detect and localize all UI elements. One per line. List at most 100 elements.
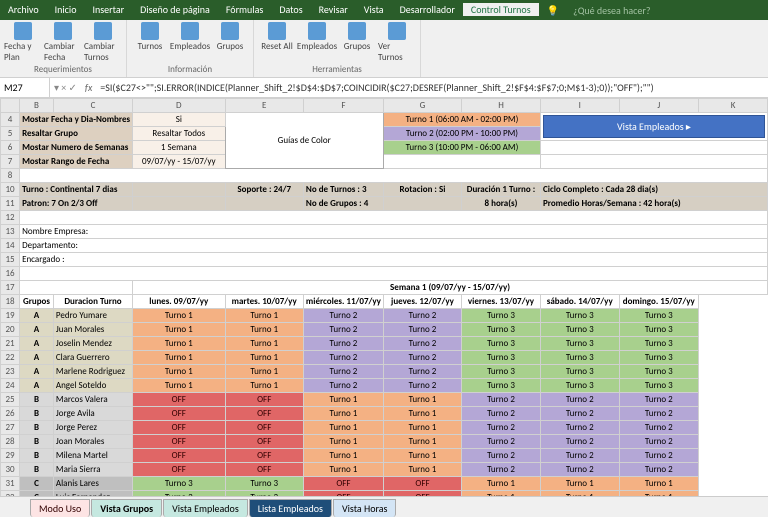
shift-cell[interactable]: Turno 1 [619,477,699,491]
table-row[interactable]: 29BMilena MartelOFFOFFTurno 1Turno 1Turn… [1,449,768,463]
shift-cell[interactable]: Turno 1 [462,477,541,491]
shift-cell[interactable]: Turno 1 [133,323,225,337]
shift-cell[interactable]: Turno 2 [383,337,461,351]
shift-cell[interactable]: Turno 3 [619,337,699,351]
table-row[interactable]: 23AMarlene RodriguezTurno 1Turno 1Turno … [1,365,768,379]
shift-cell[interactable]: Turno 2 [619,393,699,407]
ribbon-ver-turnos[interactable]: Ver Turnos [378,22,416,63]
table-row[interactable]: 20AJuan MoralesTurno 1Turno 1Turno 2Turn… [1,323,768,337]
shift-cell[interactable]: Turno 2 [462,407,541,421]
shift-cell[interactable]: Turno 2 [619,463,699,477]
shift-cell[interactable]: OFF [133,449,225,463]
shift-cell[interactable]: Turno 2 [383,323,461,337]
shift-cell[interactable]: Turno 1 [303,407,383,421]
shift-cell[interactable]: Turno 1 [225,323,303,337]
shift-cell[interactable]: Turno 1 [383,449,461,463]
shift-cell[interactable]: OFF [225,393,303,407]
sheet-tab-lista-empleados[interactable]: Lista Empleados [249,499,332,517]
shift-cell[interactable]: Turno 1 [225,351,303,365]
col-header[interactable]: F [303,99,383,113]
shift-cell[interactable]: Turno 2 [540,435,619,449]
shift-cell[interactable]: OFF [303,477,383,491]
cfg-value[interactable]: Resaltar Todos [133,127,225,141]
shift-cell[interactable]: Turno 2 [619,449,699,463]
shift-cell[interactable]: Turno 1 [133,337,225,351]
sheet-tab-modo-uso[interactable]: Modo Uso [30,499,90,517]
sheet-tab-vista-empleados[interactable]: Vista Empleados [163,499,248,517]
shift-cell[interactable]: Turno 2 [383,351,461,365]
worksheet[interactable]: BCDEFGHIJK4Mostar Fecha y Dia-NombresSiG… [0,98,768,496]
col-header[interactable]: G [383,99,461,113]
table-row[interactable]: 22AClara GuerreroTurno 1Turno 1Turno 2Tu… [1,351,768,365]
shift-cell[interactable]: Turno 2 [540,421,619,435]
shift-cell[interactable]: Turno 1 [383,407,461,421]
menu-archivo[interactable]: Archivo [0,3,47,16]
table-row[interactable]: 27BJorge PerezOFFOFFTurno 1Turno 1Turno … [1,421,768,435]
shift-cell[interactable]: Turno 3 [225,477,303,491]
shift-cell[interactable]: Turno 3 [619,309,699,323]
meta-field[interactable]: Encargado : [20,253,768,267]
shift-cell[interactable]: Turno 3 [540,351,619,365]
shift-cell[interactable]: Turno 2 [462,463,541,477]
ribbon-empleados[interactable]: Empleados [171,22,209,52]
shift-cell[interactable]: Turno 1 [303,421,383,435]
table-row[interactable]: 19APedro YumareTurno 1Turno 1Turno 2Turn… [1,309,768,323]
shift-cell[interactable]: Turno 3 [462,309,541,323]
shift-cell[interactable]: Turno 3 [540,309,619,323]
shift-cell[interactable]: Turno 3 [619,365,699,379]
ribbon-turnos[interactable]: Turnos [131,22,169,52]
shift-cell[interactable]: Turno 1 [133,365,225,379]
shift-cell[interactable]: Turno 3 [540,379,619,393]
col-header[interactable]: H [462,99,541,113]
menu-revisar[interactable]: Revisar [311,3,356,16]
shift-cell[interactable]: Turno 2 [619,435,699,449]
table-row[interactable]: 28BJoan MoralesOFFOFFTurno 1Turno 1Turno… [1,435,768,449]
ribbon-empleados[interactable]: Empleados [298,22,336,63]
menu-fórmulas[interactable]: Fórmulas [218,3,271,16]
col-header[interactable]: C [53,99,132,113]
shift-cell[interactable]: Turno 2 [303,323,383,337]
col-header[interactable]: B [20,99,54,113]
sheet-tab-vista-horas[interactable]: Vista Horas [333,499,397,517]
shift-cell[interactable]: Turno 1 [540,477,619,491]
cfg-value[interactable]: 09/07/yy - 15/07/yy [133,155,225,169]
table-row[interactable]: 30BMaria SierraOFFOFFTurno 1Turno 1Turno… [1,463,768,477]
table-row[interactable]: 31CAlanis LaresTurno 3Turno 3OFFOFFTurno… [1,477,768,491]
shift-cell[interactable]: Turno 1 [225,337,303,351]
shift-cell[interactable]: Turno 2 [540,463,619,477]
shift-cell[interactable]: Turno 2 [540,393,619,407]
table-row[interactable]: 24AAngel SoteldoTurno 1Turno 1Turno 2Tur… [1,379,768,393]
shift-cell[interactable]: Turno 2 [540,449,619,463]
shift-cell[interactable]: Turno 1 [303,463,383,477]
shift-cell[interactable]: Turno 1 [303,435,383,449]
shift-cell[interactable]: Turno 3 [540,337,619,351]
shift-cell[interactable]: OFF [383,477,461,491]
ribbon-grupos[interactable]: Grupos [338,22,376,63]
shift-cell[interactable]: Turno 3 [619,323,699,337]
fx-icon[interactable]: fx [81,81,96,94]
shift-cell[interactable]: Turno 2 [383,379,461,393]
col-header[interactable]: I [540,99,619,113]
table-row[interactable]: 26BJorge AvilaOFFOFFTurno 1Turno 1Turno … [1,407,768,421]
shift-cell[interactable]: Turno 3 [540,365,619,379]
shift-cell[interactable]: OFF [133,463,225,477]
shift-cell[interactable]: Turno 1 [303,393,383,407]
cfg-value[interactable]: Si [133,113,225,127]
shift-cell[interactable]: Turno 2 [383,309,461,323]
menu-desarrollador[interactable]: Desarrollador [392,3,463,16]
shift-cell[interactable]: Turno 3 [540,323,619,337]
shift-cell[interactable]: Turno 2 [303,337,383,351]
shift-cell[interactable]: Turno 1 [383,435,461,449]
menu-vista[interactable]: Vista [356,3,392,16]
shift-cell[interactable]: Turno 3 [462,365,541,379]
shift-cell[interactable]: Turno 1 [225,365,303,379]
shift-cell[interactable]: OFF [133,407,225,421]
shift-cell[interactable]: Turno 2 [303,365,383,379]
menu-datos[interactable]: Datos [271,3,310,16]
col-header[interactable]: K [699,99,768,113]
shift-cell[interactable]: Turno 1 [383,463,461,477]
col-header[interactable]: E [225,99,303,113]
menu-insertar[interactable]: Insertar [84,3,132,16]
shift-cell[interactable]: Turno 2 [303,351,383,365]
cfg-value[interactable]: 1 Semana [133,141,225,155]
